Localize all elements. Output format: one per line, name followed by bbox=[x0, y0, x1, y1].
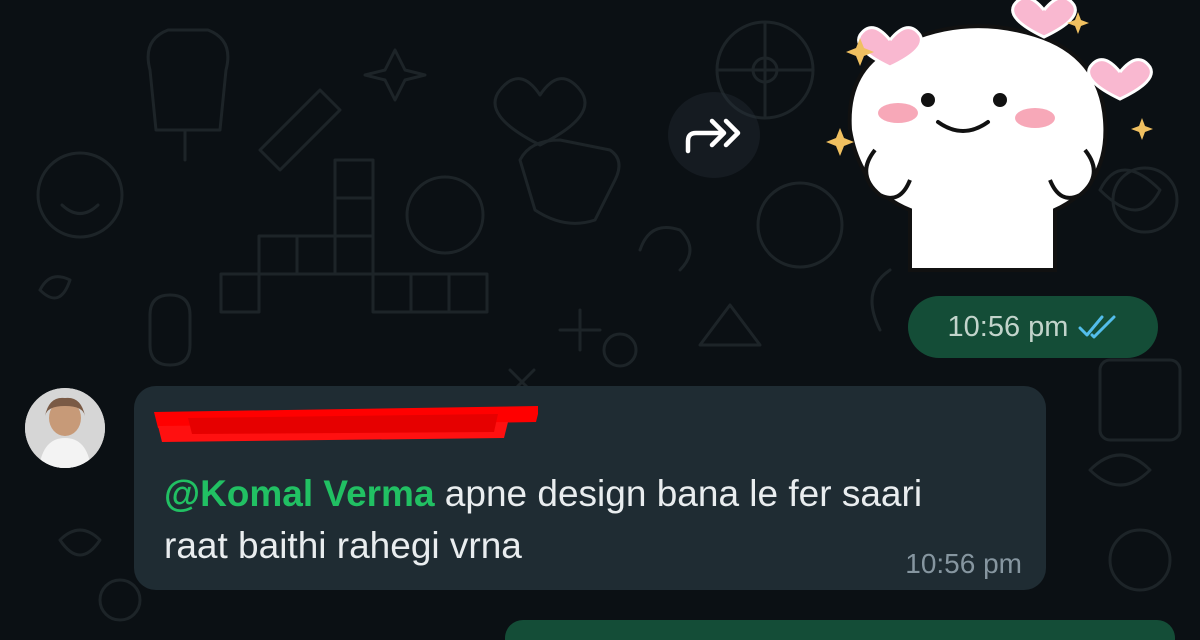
chat-doodle bbox=[518, 138, 621, 225]
crossword-doodle bbox=[333, 158, 375, 200]
popsicle-doodle bbox=[146, 28, 230, 132]
sender-avatar[interactable] bbox=[25, 388, 105, 468]
avatar-image bbox=[25, 388, 105, 468]
forward-button[interactable] bbox=[668, 92, 760, 178]
message-text: @Komal Verma apne design bana le fer saa… bbox=[164, 468, 984, 572]
message-time: 10:56 pm bbox=[905, 548, 1022, 579]
forward-icon bbox=[685, 118, 741, 154]
moon-doodle bbox=[38, 275, 72, 300]
calculator-doodle bbox=[1098, 358, 1182, 442]
compass-doodle bbox=[405, 175, 485, 255]
sticker-image[interactable] bbox=[820, 0, 1160, 285]
paw-doodle bbox=[1088, 453, 1152, 487]
double-check-read-icon bbox=[1078, 315, 1116, 339]
next-message-bubble[interactable] bbox=[505, 620, 1175, 640]
message-time: 10:56 pm bbox=[947, 310, 1069, 343]
redacted-sender-name bbox=[154, 406, 538, 442]
mic-doodle bbox=[148, 293, 192, 367]
sparkle-doodle bbox=[363, 48, 427, 102]
smiley-doodle bbox=[36, 151, 124, 239]
outgoing-sticker-status: 10:56 pm bbox=[908, 296, 1158, 358]
heart-doodle bbox=[493, 77, 587, 147]
mention-link[interactable]: @Komal Verma bbox=[164, 473, 435, 514]
plus-doodle bbox=[558, 308, 602, 352]
incoming-message-bubble[interactable]: @Komal Verma apne design bana le fer saa… bbox=[134, 386, 1046, 590]
triangle-doodle bbox=[698, 303, 762, 347]
paw-doodle-2 bbox=[58, 528, 102, 557]
glue-doodle bbox=[258, 88, 342, 172]
